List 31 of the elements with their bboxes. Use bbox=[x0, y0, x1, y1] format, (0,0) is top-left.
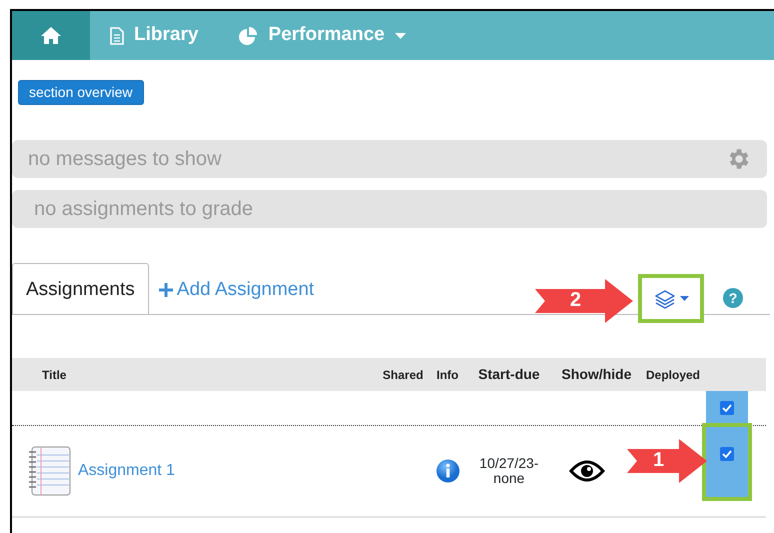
notice-bar: no messages to show bbox=[12, 140, 767, 178]
document-icon bbox=[110, 26, 124, 44]
checkbox[interactable] bbox=[720, 447, 734, 461]
notice-bar: no assignments to grade bbox=[12, 190, 767, 228]
nav-tab[interactable]: Library bbox=[90, 11, 218, 60]
callout-number: 2 bbox=[570, 288, 582, 312]
assignment-link[interactable]: Assignment 1 bbox=[78, 459, 175, 483]
caret-icon bbox=[680, 296, 688, 301]
layers-icon bbox=[654, 288, 676, 308]
home-tab[interactable] bbox=[12, 11, 90, 60]
column-header: Shared bbox=[382, 366, 424, 384]
checkbox[interactable] bbox=[720, 401, 734, 415]
eye-icon[interactable] bbox=[569, 459, 605, 483]
callout-number: 1 bbox=[653, 448, 664, 472]
assignments-tab[interactable]: Assignments bbox=[12, 262, 149, 315]
column-header: Title bbox=[41, 366, 68, 384]
notebook-icon bbox=[28, 446, 72, 496]
home-icon bbox=[41, 27, 61, 44]
help-button[interactable]: ? bbox=[723, 288, 743, 308]
column-header: Show/hide bbox=[560, 365, 632, 384]
start-due-date: 10/27/23- none bbox=[478, 456, 540, 486]
section-overview-button[interactable]: section overview bbox=[18, 80, 144, 105]
info-icon[interactable] bbox=[436, 459, 460, 483]
add-assignment-link[interactable]: Add Assignment bbox=[148, 276, 324, 304]
column-header: Start-due bbox=[477, 365, 541, 384]
nav-tab[interactable]: Performance bbox=[218, 11, 426, 60]
plus-icon bbox=[158, 283, 173, 298]
column-header: Info bbox=[436, 366, 460, 384]
layers-dropdown-button[interactable] bbox=[638, 274, 704, 323]
column-header: Deployed bbox=[644, 366, 701, 384]
pie-chart-icon bbox=[238, 26, 258, 46]
